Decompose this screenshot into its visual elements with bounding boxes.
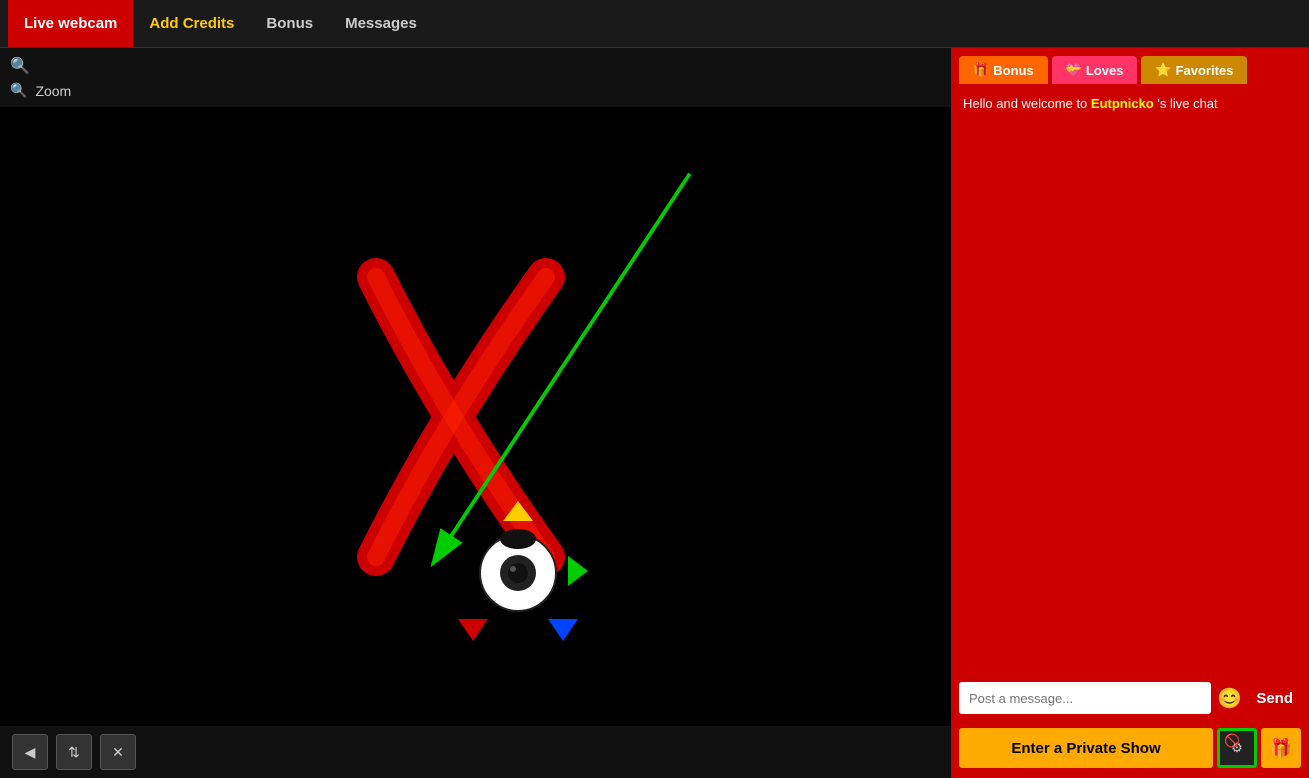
emoji-button[interactable]: 😊: [1217, 686, 1242, 711]
chat-messages[interactable]: [951, 124, 1309, 675]
webcam-toolbar: 🔍 🔍 Zoom: [0, 48, 951, 107]
zoom-icon: 🔍: [10, 82, 27, 99]
nav-bonus[interactable]: Bonus: [250, 0, 329, 47]
settings-button[interactable]: ⇅: [56, 734, 92, 770]
webcam-video: [0, 107, 951, 726]
nav-add-credits[interactable]: Add Credits: [133, 0, 250, 47]
favorites-icon: ⭐: [1155, 62, 1171, 78]
search-icon[interactable]: 🔍: [10, 56, 30, 76]
bonus-tab-label: Bonus: [993, 63, 1033, 78]
chat-username: Eutpnicko: [1091, 96, 1154, 111]
tab-bonus[interactable]: 🎁 Bonus: [959, 56, 1048, 84]
settings-icon: ⇅: [68, 744, 80, 761]
zoom-label: Zoom: [35, 83, 71, 99]
chat-welcome: Hello and welcome to Eutpnicko 's live c…: [951, 84, 1309, 124]
tab-favorites[interactable]: ⭐ Favorites: [1141, 56, 1247, 84]
gift-button[interactable]: 🎁: [1261, 728, 1301, 768]
close-button[interactable]: ✕: [100, 734, 136, 770]
nav-messages[interactable]: Messages: [329, 0, 433, 47]
chat-tabs: 🎁 Bonus 💝 Loves ⭐ Favorites: [951, 48, 1309, 84]
bottom-controls: ◀ ⇅ ✕: [0, 726, 951, 778]
tab-loves[interactable]: 💝 Loves: [1052, 56, 1138, 84]
cam-slash-icon: 🚫: [1224, 733, 1240, 749]
send-button[interactable]: Send: [1248, 686, 1301, 711]
back-button[interactable]: ◀: [12, 734, 48, 770]
private-show-button[interactable]: Enter a Private Show: [959, 728, 1213, 768]
main-area: 🔍 🔍 Zoom: [0, 48, 1309, 778]
chat-message-input[interactable]: [959, 682, 1211, 714]
welcome-post: 's live chat: [1154, 96, 1218, 111]
loves-tab-label: Loves: [1086, 63, 1124, 78]
chat-panel: 🎁 Bonus 💝 Loves ⭐ Favorites Hello and we…: [951, 48, 1309, 778]
top-nav: Live webcam Add Credits Bonus Messages: [0, 0, 1309, 48]
welcome-pre: Hello and welcome to: [963, 96, 1091, 111]
webcam-icon-box: [448, 501, 588, 646]
private-show-row: Enter a Private Show ⚙ 🚫 🎁: [951, 722, 1309, 778]
zoom-control[interactable]: 🔍 Zoom: [10, 82, 941, 99]
chat-input-area: 😊 Send: [951, 674, 1309, 722]
gift-icon: 🎁: [1270, 738, 1292, 759]
nav-live-webcam[interactable]: Live webcam: [8, 0, 133, 47]
webcam-panel: 🔍 🔍 Zoom: [0, 48, 951, 778]
favorites-tab-label: Favorites: [1176, 63, 1234, 78]
bonus-icon: 🎁: [973, 62, 989, 78]
loves-icon: 💝: [1066, 62, 1082, 78]
back-icon: ◀: [25, 744, 36, 761]
close-icon: ✕: [112, 744, 124, 761]
cam-settings-button[interactable]: ⚙ 🚫: [1217, 728, 1257, 768]
